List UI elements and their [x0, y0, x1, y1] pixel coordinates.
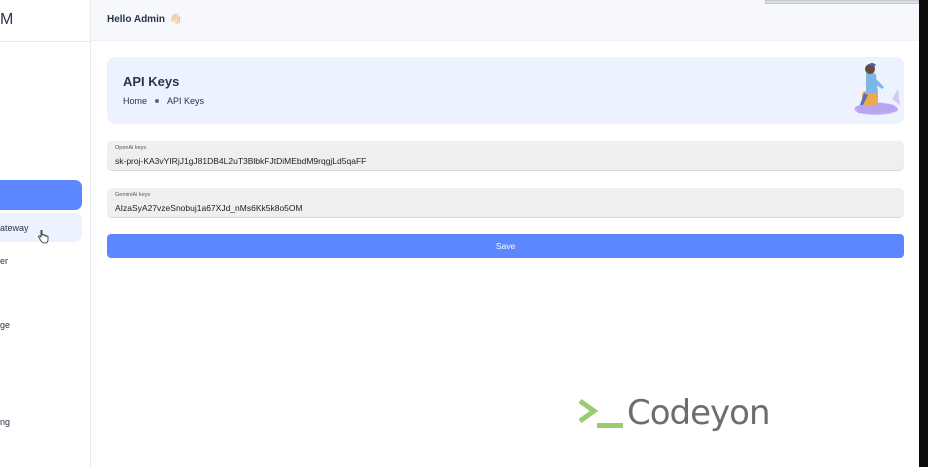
- page-title: API Keys: [123, 74, 180, 89]
- terminal-prompt-icon: [578, 398, 623, 428]
- breadcrumb-home[interactable]: Home: [123, 96, 147, 106]
- openai-key-input[interactable]: [115, 155, 875, 167]
- window-scrollbar[interactable]: [765, 0, 919, 4]
- sidebar-item-label[interactable]: ateway: [0, 223, 29, 233]
- waving-hand-icon: 👋🏻: [169, 14, 183, 25]
- gemini-key-label: GeminiAi keys: [115, 192, 151, 198]
- sidebar-divider: [0, 41, 90, 42]
- gemini-key-input[interactable]: [115, 202, 875, 214]
- codeyon-watermark: Codeyon: [577, 393, 771, 433]
- sidebar: M ateway er ge ng: [0, 0, 91, 467]
- hand-cursor-icon: [38, 230, 49, 244]
- breadcrumb-current: API Keys: [167, 96, 205, 106]
- breadcrumb: Home API Keys: [123, 96, 204, 106]
- sidebar-item-label[interactable]: ge: [0, 320, 10, 330]
- app-logo[interactable]: M: [0, 11, 14, 29]
- sidebar-item-label[interactable]: ng: [0, 417, 10, 427]
- breadcrumb-separator-icon: [155, 99, 160, 103]
- openai-key-field[interactable]: OpenAi keys: [107, 141, 904, 171]
- openai-key-label: OpenAi keys: [115, 145, 147, 151]
- greeting-text: Hello Admin: [107, 14, 165, 25]
- person-on-plane-illustration-icon: [854, 63, 900, 115]
- sidebar-item-label[interactable]: er: [0, 256, 8, 266]
- watermark-text: Codeyon: [627, 393, 771, 433]
- topbar: Hello Admin 👋🏻: [91, 0, 919, 41]
- greeting: Hello Admin 👋🏻: [107, 14, 182, 25]
- page-header-card: API Keys Home API Keys: [107, 57, 904, 124]
- gemini-key-field[interactable]: GeminiAi keys: [107, 188, 904, 218]
- main-content: Hello Admin 👋🏻 API Keys Home API Keys Op…: [91, 0, 919, 467]
- window-edge: [919, 0, 928, 467]
- save-button[interactable]: Save: [107, 234, 904, 258]
- sidebar-item-api-keys[interactable]: [0, 180, 82, 210]
